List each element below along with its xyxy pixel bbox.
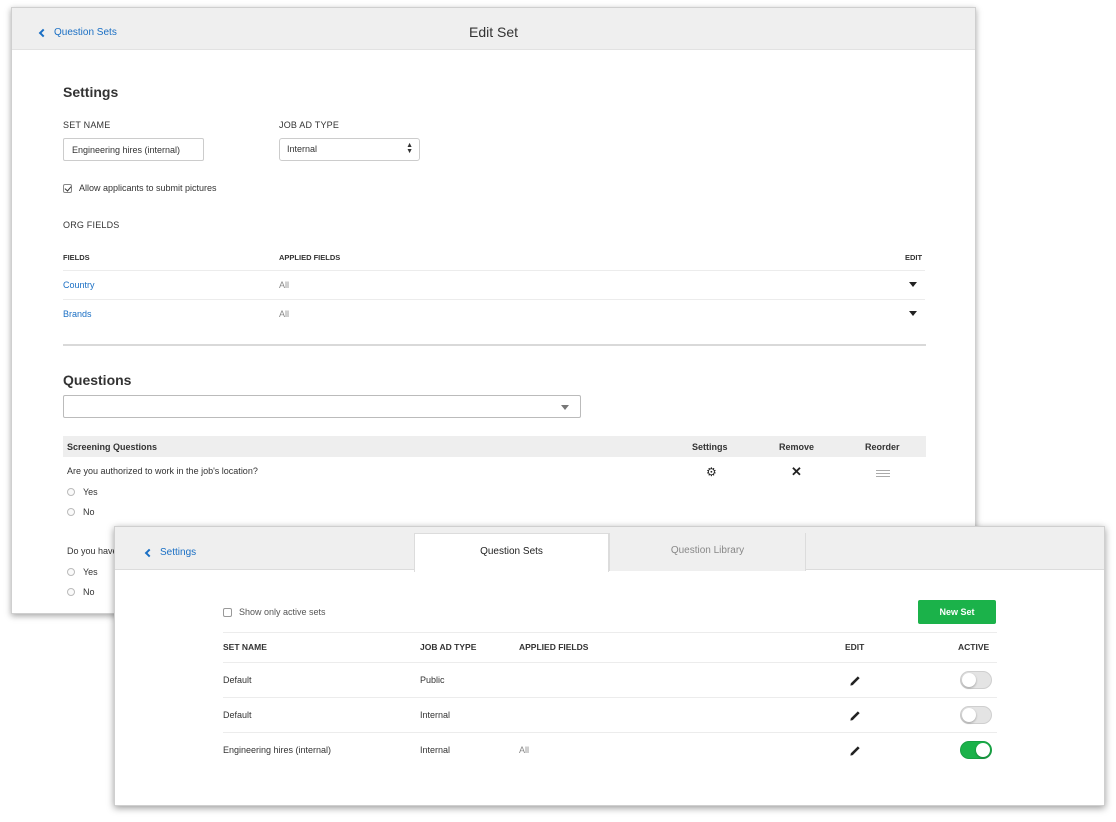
pencil-icon[interactable] — [849, 744, 862, 757]
row-divider — [223, 697, 997, 698]
chevron-left-icon — [144, 548, 154, 557]
row-divider — [223, 632, 997, 633]
toggle-knob — [976, 743, 990, 757]
row-divider — [223, 732, 997, 733]
active-toggle[interactable] — [960, 706, 992, 724]
job-ad-type-value: Internal — [287, 144, 318, 154]
active-toggle[interactable] — [960, 741, 992, 759]
header-edit: EDIT — [845, 642, 865, 652]
questions-table-header: Screening Questions Settings Remove Reor… — [63, 436, 926, 457]
show-only-active-checkbox[interactable] — [223, 607, 232, 617]
pencil-icon[interactable] — [849, 674, 862, 687]
back-to-settings-link[interactable]: Settings — [144, 547, 197, 558]
page-title: Edit Set — [468, 24, 519, 40]
org-table-header-fields: FIELDS — [63, 253, 90, 262]
applied-fields-cell: All — [519, 745, 530, 755]
header-remove: Remove — [779, 442, 815, 452]
org-field-country-applied: All — [279, 280, 290, 290]
option-no[interactable]: No — [67, 587, 95, 597]
option-label: Yes — [83, 487, 98, 497]
toggle-knob — [962, 673, 976, 687]
reorder-icon[interactable] — [876, 470, 890, 479]
radio-no[interactable] — [67, 508, 75, 516]
show-only-active-label: Show only active sets — [239, 607, 326, 617]
caret-down-icon — [561, 405, 569, 410]
allow-pictures-row: Allow applicants to submit pictures — [63, 183, 217, 193]
gear-icon[interactable]: ⚙ — [706, 465, 717, 479]
header-reorder: Reorder — [865, 442, 900, 452]
question-sets-window: Settings Question Sets Question Library … — [114, 526, 1105, 806]
set-name-label: SET NAME — [63, 120, 111, 130]
org-table-header-applied: APPLIED FIELDS — [279, 253, 341, 262]
option-no[interactable]: No — [67, 507, 95, 517]
set-name-cell: Engineering hires (internal) — [223, 745, 332, 755]
option-label: No — [83, 587, 95, 597]
job-ad-type-cell: Internal — [420, 710, 451, 720]
active-toggle[interactable] — [960, 671, 992, 689]
caret-down-icon[interactable] — [909, 311, 917, 316]
org-field-brands-applied: All — [279, 309, 290, 319]
tab-question-sets[interactable]: Question Sets — [414, 533, 609, 572]
option-yes[interactable]: Yes — [67, 567, 98, 577]
option-label: Yes — [83, 567, 98, 577]
radio-no[interactable] — [67, 588, 75, 596]
edit-set-header: Question Sets Edit Set — [12, 8, 975, 50]
row-divider — [63, 270, 925, 271]
set-name-cell: Default — [223, 675, 252, 685]
radio-yes[interactable] — [67, 568, 75, 576]
questions-heading: Questions — [63, 372, 132, 388]
set-name-cell: Default — [223, 710, 252, 720]
job-ad-type-cell: Internal — [420, 745, 451, 755]
org-table-header-edit: EDIT — [905, 253, 923, 262]
question-text: Do you have — [67, 546, 118, 556]
header-screening-questions: Screening Questions — [67, 442, 158, 452]
header-job-ad-type: JOB AD TYPE — [420, 642, 477, 652]
header-settings: Settings — [692, 442, 728, 452]
question-text: Are you authorized to work in the job's … — [67, 466, 258, 476]
question-sets-header: Settings Question Sets Question Library — [115, 527, 1104, 572]
org-field-country-link[interactable]: Country — [63, 280, 95, 290]
header-active: ACTIVE — [958, 642, 990, 652]
row-divider — [223, 662, 997, 663]
close-icon[interactable]: ✕ — [791, 464, 802, 480]
set-name-input[interactable] — [63, 138, 204, 161]
job-ad-type-select[interactable]: Internal ▲ ▼ — [279, 138, 420, 161]
header-applied-fields: APPLIED FIELDS — [519, 642, 589, 652]
select-arrows-icon: ▲ ▼ — [406, 142, 413, 155]
row-divider — [63, 299, 925, 300]
new-set-button[interactable]: New Set — [918, 600, 996, 624]
job-ad-type-cell: Public — [420, 675, 445, 685]
pencil-icon[interactable] — [849, 709, 862, 722]
toggle-knob — [962, 708, 976, 722]
section-divider — [63, 344, 926, 346]
allow-pictures-label: Allow applicants to submit pictures — [79, 183, 217, 193]
caret-down-icon[interactable] — [909, 282, 917, 287]
org-fields-label: ORG FIELDS — [63, 220, 120, 230]
edit-set-window: Question Sets Edit Set Settings SET NAME… — [11, 7, 976, 614]
radio-yes[interactable] — [67, 488, 75, 496]
allow-pictures-checkbox[interactable] — [63, 183, 72, 193]
settings-heading: Settings — [63, 84, 119, 100]
job-ad-type-label: JOB AD TYPE — [279, 120, 340, 130]
org-field-brands-link[interactable]: Brands — [63, 309, 92, 319]
show-only-active-row: Show only active sets — [223, 607, 326, 617]
header-set-name: SET NAME — [223, 642, 267, 652]
option-label: No — [83, 507, 95, 517]
tab-question-library[interactable]: Question Library — [609, 533, 806, 571]
option-yes[interactable]: Yes — [67, 487, 98, 497]
back-link-label: Settings — [160, 547, 197, 558]
question-select[interactable] — [63, 395, 581, 418]
